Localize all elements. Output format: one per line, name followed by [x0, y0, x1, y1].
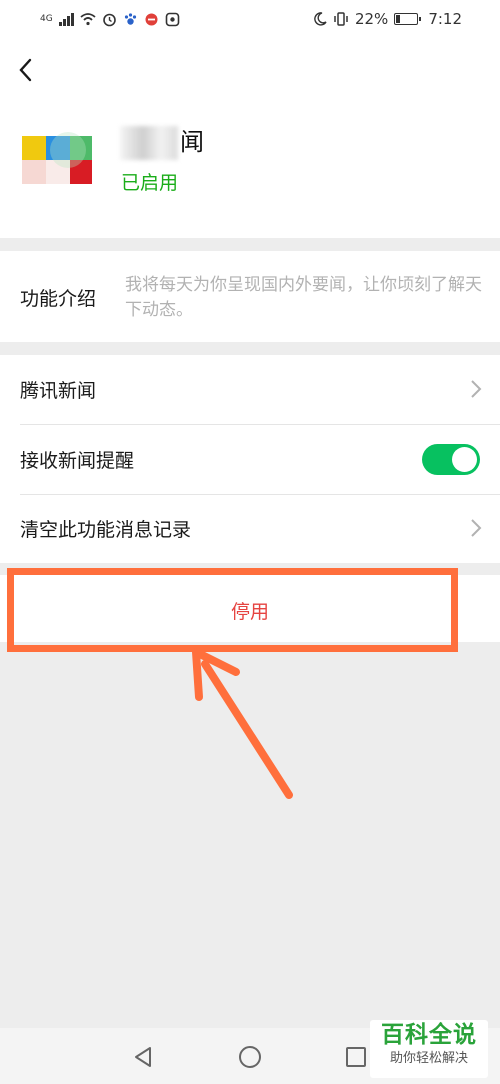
network-type: 4G [40, 14, 53, 24]
row-clear-history[interactable]: 清空此功能消息记录 [0, 494, 500, 563]
app-status: 已启用 [121, 172, 179, 194]
watermark-title: 百科全说 [381, 1022, 477, 1048]
triangle-back-icon[interactable] [130, 1044, 156, 1070]
status-left: 4G [40, 10, 180, 28]
gallery-icon [165, 12, 180, 26]
disable-button[interactable]: 停用 [0, 575, 500, 642]
paw-icon [124, 12, 136, 25]
watermark-logo: 百科全说 助你轻松解决 [370, 1020, 488, 1078]
row-label: 清空此功能消息记录 [20, 519, 192, 541]
row-news-alerts: 接收新闻提醒 [0, 425, 500, 494]
intro-card: 功能介绍 我将每天为你呈现国内外要闻，让你顷刻了解天下动态。 [0, 251, 500, 342]
battery-fill [396, 15, 401, 23]
app-name: 闻 [120, 122, 204, 160]
signal-icon [58, 12, 74, 26]
settings-card: 腾讯新闻 接收新闻提醒 清空此功能消息记录 [0, 355, 500, 563]
blurred-name [120, 126, 178, 160]
chevron-right-icon [471, 519, 482, 537]
app-notification-icon [145, 13, 158, 25]
watermark-subtitle: 助你轻松解决 [389, 1051, 468, 1066]
disable-label: 停用 [230, 601, 269, 623]
intro-text: 我将每天为你呈现国内外要闻，让你顷刻了解天下动态。 [125, 275, 482, 320]
chevron-right-icon [471, 380, 482, 398]
square-recent-icon[interactable] [343, 1044, 369, 1070]
circle-home-icon[interactable] [237, 1044, 263, 1070]
status-right: 22% 7:12 [313, 10, 462, 28]
clock-time: 7:12 [428, 10, 462, 28]
moon-icon [314, 12, 327, 26]
app-logo [20, 120, 94, 200]
status-bar: 4G 22% 7:12 [0, 0, 500, 40]
back-arrow-icon[interactable] [14, 56, 38, 84]
wifi-icon [80, 13, 96, 26]
vibrate-icon [334, 12, 348, 26]
intro-label: 功能介绍 [20, 288, 97, 310]
app-header: 闻 已启用 [0, 40, 500, 238]
row-tencent-news[interactable]: 腾讯新闻 [0, 355, 500, 424]
news-alert-toggle[interactable] [422, 444, 480, 475]
row-label: 接收新闻提醒 [20, 450, 135, 472]
battery-icon [394, 13, 422, 25]
alarm-icon [102, 13, 116, 26]
battery-percent: 22% [354, 10, 389, 28]
row-label: 腾讯新闻 [20, 380, 97, 402]
toggle-knob [452, 447, 477, 472]
app-name-visible: 闻 [180, 128, 204, 156]
